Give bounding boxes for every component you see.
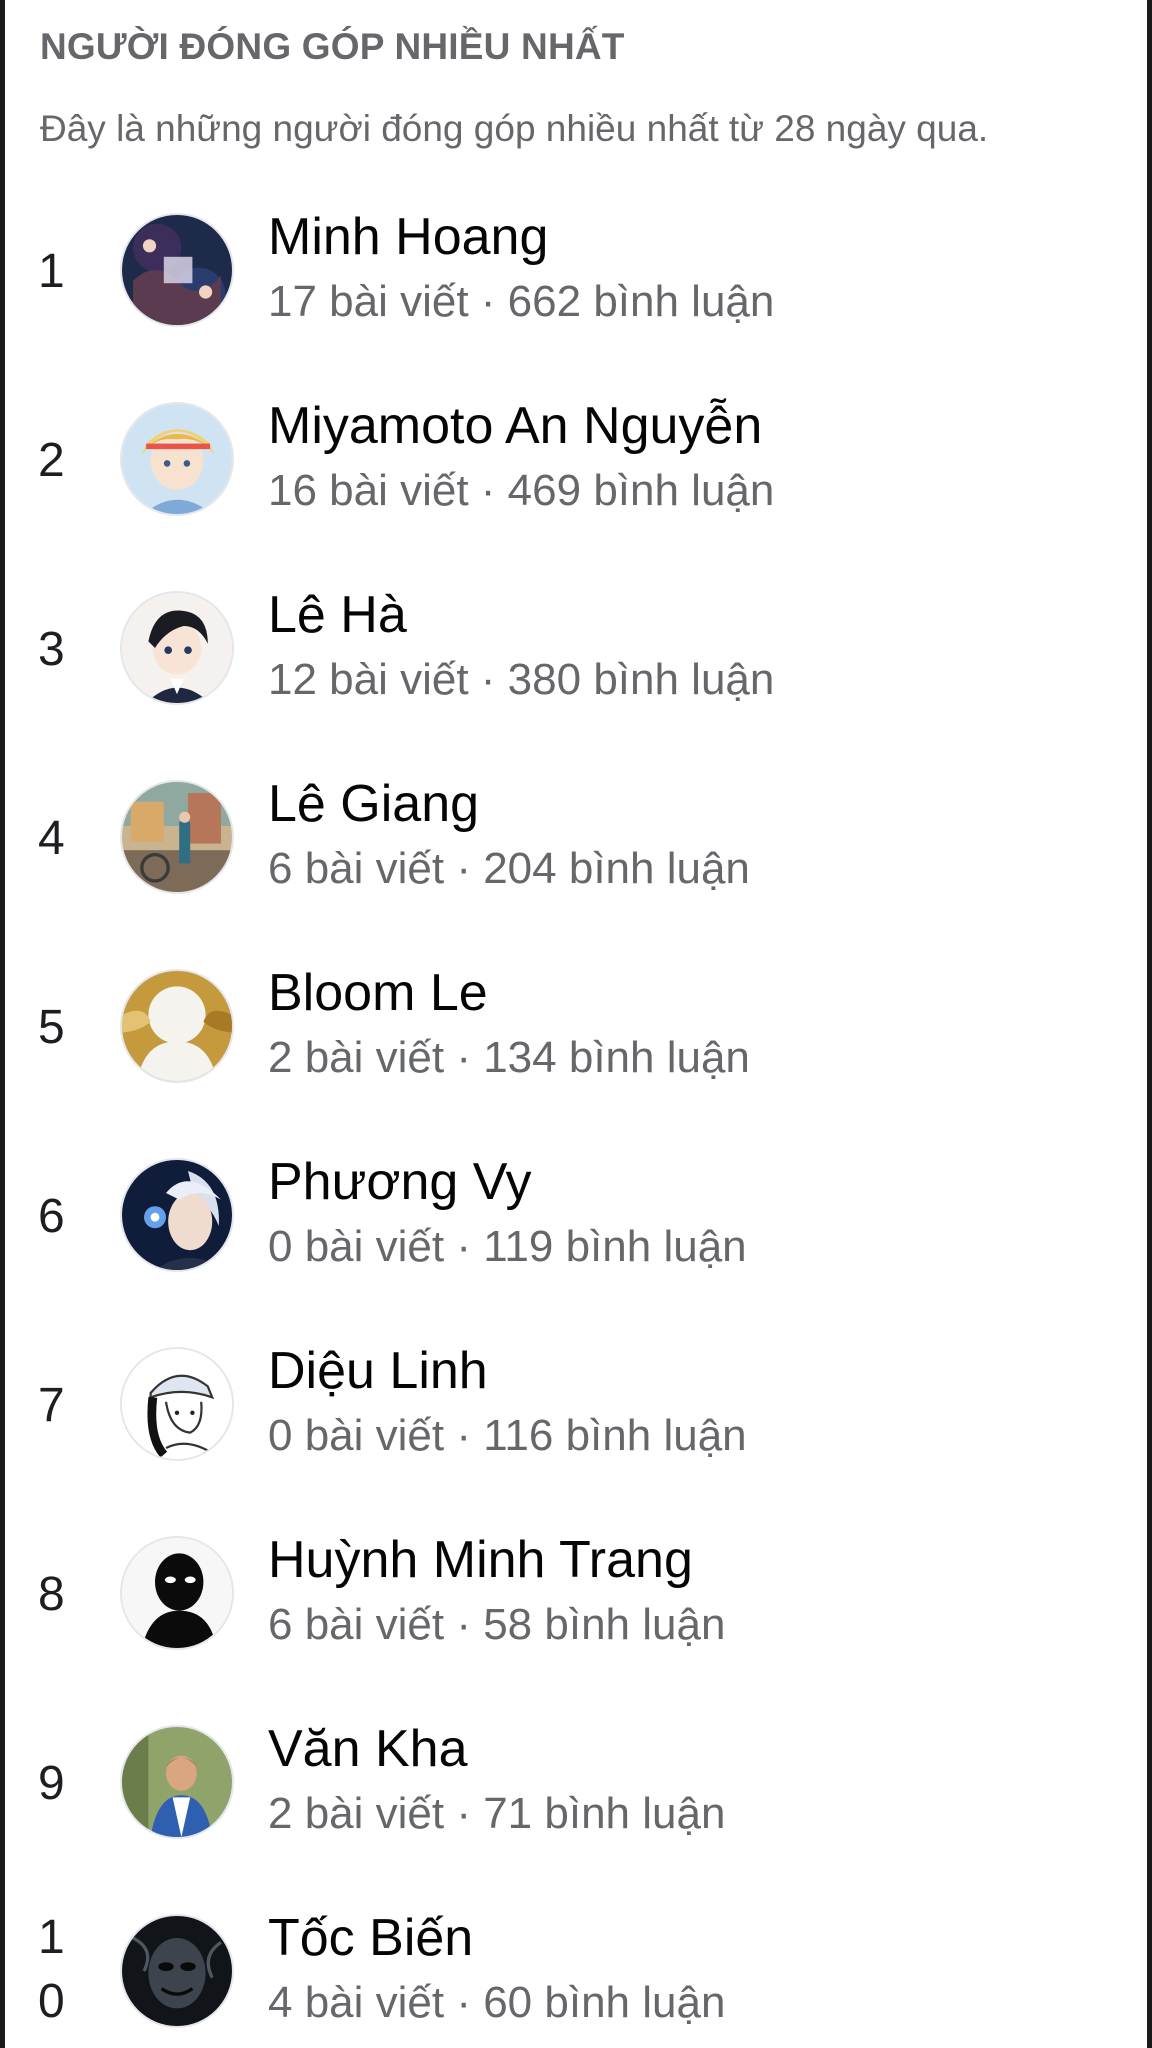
black-silhouette-avatar-icon[interactable]	[120, 1536, 234, 1650]
contributor-stats: 0 bài viết · 116 bình luận	[268, 1411, 747, 1460]
contributor-rank: 1	[38, 245, 65, 298]
contributor-name[interactable]: Phương Vy	[268, 1150, 532, 1214]
contributor-name[interactable]: Lê Hà	[268, 583, 407, 647]
contributor-rank: 8	[38, 1568, 65, 1621]
contributor-rank: 7	[38, 1379, 65, 1432]
sketch-cap-avatar-icon[interactable]	[120, 1347, 234, 1461]
contributor-name[interactable]: Văn Kha	[268, 1717, 468, 1781]
contributor-stats: 6 bài viết · 58 bình luận	[268, 1600, 726, 1649]
contributor-stats: 6 bài viết · 204 bình luận	[268, 844, 750, 893]
contributor-rank: 9	[38, 1757, 65, 1810]
masked-face-avatar-icon[interactable]	[120, 1914, 234, 2028]
contributor-rank: 5	[38, 1001, 65, 1054]
contributor-name[interactable]: Tốc Biến	[268, 1906, 473, 1970]
contributor-row[interactable]: 6 Phương Vy 0 bài viết · 119 bình luận	[0, 1150, 1152, 1339]
contributor-name[interactable]: Minh Hoang	[268, 205, 548, 269]
street-photo-avatar-icon[interactable]	[120, 780, 234, 894]
anime-boy-avatar-icon[interactable]	[120, 591, 234, 705]
contributor-name[interactable]: Lê Giang	[268, 772, 479, 836]
section-description: Đây là những người đóng góp nhiều nhất t…	[40, 108, 989, 149]
contributor-rank: 6	[38, 1190, 65, 1243]
anime-dark-avatar-icon[interactable]	[120, 1158, 234, 1272]
contributor-stats: 17 bài viết · 662 bình luận	[268, 277, 775, 326]
contributor-name[interactable]: Bloom Le	[268, 961, 488, 1025]
contributor-stats: 12 bài viết · 380 bình luận	[268, 655, 775, 704]
contributor-name[interactable]: Diệu Linh	[268, 1339, 488, 1403]
anime-collage-avatar-icon[interactable]	[120, 213, 234, 327]
contributor-name[interactable]: Miyamoto An Nguyễn	[268, 394, 762, 458]
contributor-row[interactable]: 9 Văn Kha 2 bài viết · 71 bình luận	[0, 1717, 1152, 1906]
contributors-list: 1 Minh Hoang 17 bài viết · 662 bình luận…	[0, 205, 1152, 2048]
section-title: NGƯỜI ĐÓNG GÓP NHIỀU NHẤT	[40, 26, 625, 67]
contributor-row[interactable]: 3 Lê Hà 12 bài viết · 380 bình luận	[0, 583, 1152, 772]
anime-blonde-avatar-icon[interactable]	[120, 402, 234, 516]
contributor-stats: 2 bài viết · 71 bình luận	[268, 1789, 726, 1838]
contributor-rank: 3	[38, 623, 65, 676]
contributor-stats: 2 bài viết · 134 bình luận	[268, 1033, 750, 1082]
contributor-rank: 2	[38, 434, 65, 487]
contributor-stats: 16 bài viết · 469 bình luận	[268, 466, 775, 515]
contributor-row[interactable]: 5 Bloom Le 2 bài viết · 134 bình luận	[0, 961, 1152, 1150]
person-photo-avatar-icon[interactable]	[120, 1725, 234, 1839]
contributor-rank: 10	[38, 1911, 65, 2028]
contributor-name[interactable]: Huỳnh Minh Trang	[268, 1528, 693, 1592]
contributor-rank: 4	[38, 812, 65, 865]
contributor-stats: 0 bài viết · 119 bình luận	[268, 1222, 747, 1271]
contributor-row[interactable]: 4 Lê Giang 6 bài viết · 204 bình luận	[0, 772, 1152, 961]
contributor-row[interactable]: 7 Diệu Linh 0 bài viết · 116 bình luận	[0, 1339, 1152, 1528]
contributor-row[interactable]: 10 Tốc Biến 4 bài viết · 60 bình luận	[0, 1906, 1152, 2048]
gold-silhouette-avatar-icon[interactable]	[120, 969, 234, 1083]
contributor-row[interactable]: 1 Minh Hoang 17 bài viết · 662 bình luận	[0, 205, 1152, 394]
contributor-row[interactable]: 2 Miyamoto An Nguyễn 16 bài viết · 469 b…	[0, 394, 1152, 583]
contributor-stats: 4 bài viết · 60 bình luận	[268, 1978, 726, 2027]
top-contributors-section: NGƯỜI ĐÓNG GÓP NHIỀU NHẤT Đây là những n…	[0, 0, 1152, 2048]
contributor-row[interactable]: 8 Huỳnh Minh Trang 6 bài viết · 58 bình …	[0, 1528, 1152, 1717]
